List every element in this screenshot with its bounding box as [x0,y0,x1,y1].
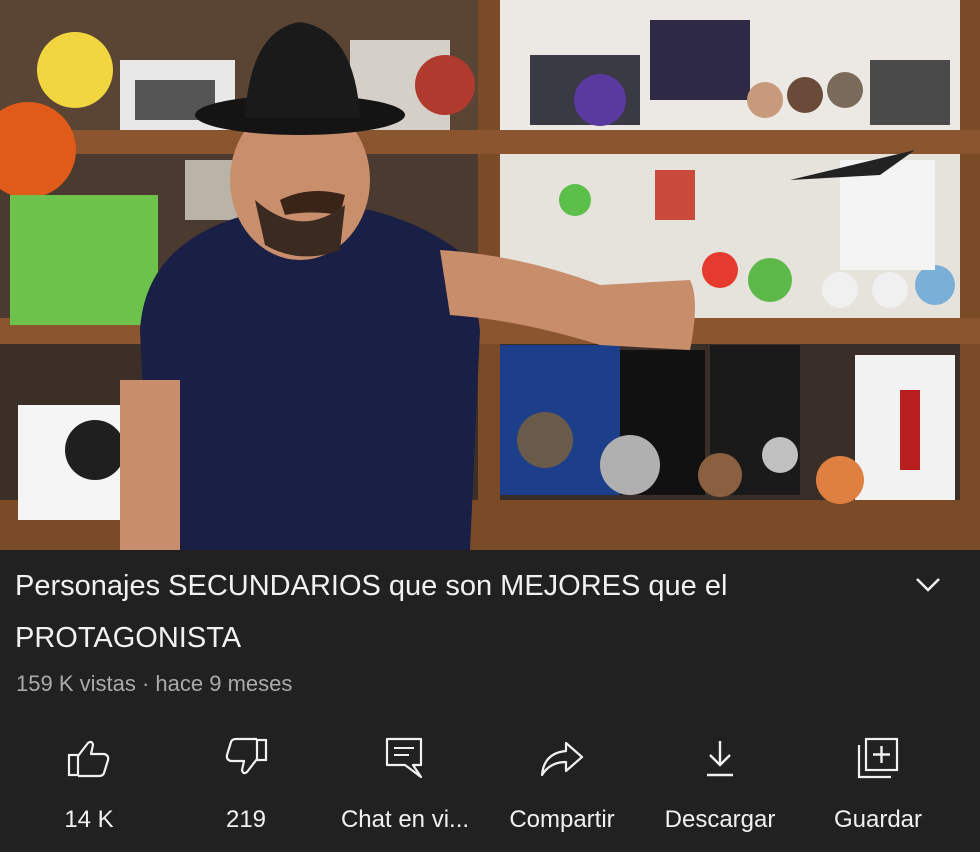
share-button[interactable]: Compartir [482,734,642,834]
share-icon [538,734,586,782]
video-info-panel: Personajes SECUNDARIOS que son MEJORES q… [0,550,980,852]
upload-age: hace 9 meses [155,671,293,696]
download-button[interactable]: Descargar [640,734,800,834]
view-count: 159 K vistas [16,671,136,696]
video-meta: 159 K vistas · hace 9 meses [16,671,292,697]
video-player[interactable] [0,0,980,550]
video-frame [0,0,980,550]
like-button[interactable]: 14 K [9,734,169,834]
video-title[interactable]: Personajes SECUNDARIOS que son MEJORES q… [15,560,855,664]
live-chat-button[interactable]: Chat en vi... [325,734,485,834]
action-bar: 14 K 219 Chat en vi... Compartir Descarg… [0,734,980,834]
download-label: Descargar [664,806,776,833]
live-chat-label: Chat en vi... [340,806,470,833]
thumbs-up-icon [65,734,113,782]
thumbs-down-icon [222,734,270,782]
save-icon [854,734,902,782]
save-label: Guardar [833,806,923,833]
expand-description-button[interactable] [908,564,948,604]
chevron-down-icon [916,578,940,592]
dislike-count: 219 [225,806,267,833]
save-button[interactable]: Guardar [798,734,958,834]
dislike-button[interactable]: 219 [166,734,326,834]
share-label: Compartir [509,806,615,833]
like-count: 14 K [64,806,114,833]
download-icon [696,734,744,782]
meta-separator: · [141,671,150,696]
live-chat-icon [381,734,429,782]
